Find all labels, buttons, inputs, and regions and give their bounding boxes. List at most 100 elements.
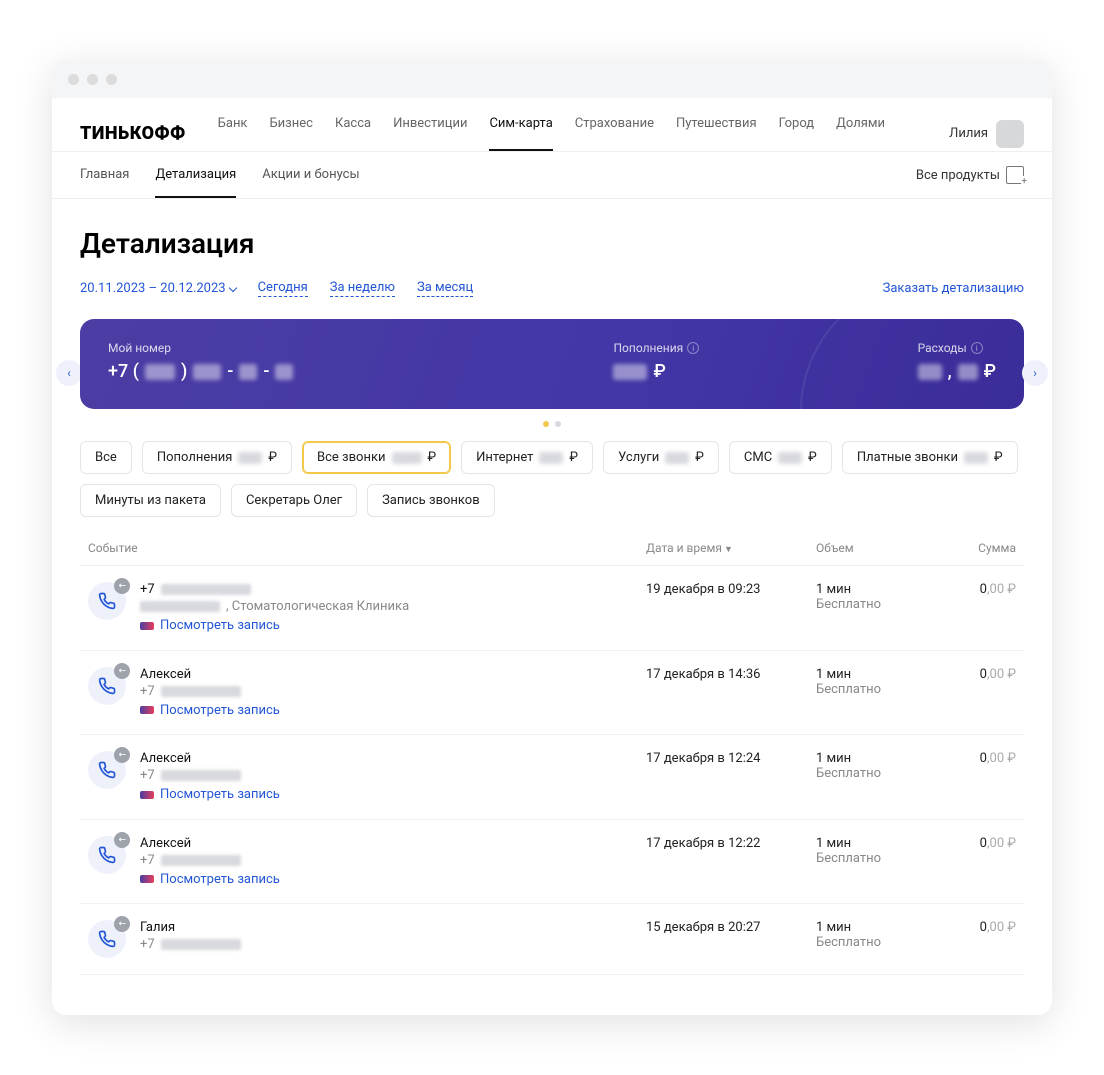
- info-icon[interactable]: i: [687, 342, 699, 354]
- user-block[interactable]: Лилия: [949, 120, 1024, 148]
- order-details-link[interactable]: Заказать детализацию: [883, 281, 1024, 296]
- window-dot: [68, 74, 79, 85]
- table-header: Событие Дата и время▼ Объем Сумма: [80, 517, 1024, 565]
- logo: ТИНЬКОФФ: [80, 123, 186, 144]
- recording-icon: [140, 875, 154, 883]
- call-subtitle: +7: [140, 684, 646, 699]
- chevron-down-icon: [228, 283, 236, 291]
- call-row[interactable]: ↙Алексей+7 Посмотреть запись17 декабря в…: [80, 820, 1024, 905]
- top-nav: Банк Бизнес Касса Инвестиции Сим-карта Страхо…: [218, 116, 885, 151]
- my-number-value: +7 () --: [108, 361, 293, 382]
- call-sum: 0,00 ₽: [936, 920, 1016, 958]
- call-row[interactable]: ↙Алексей+7 Посмотреть запись17 декабря в…: [80, 651, 1024, 736]
- sub-nav-item[interactable]: Главная: [80, 153, 129, 198]
- call-row[interactable]: ↙ Алексей +7 Посмотреть запись 17 декабря в…: [80, 735, 1024, 820]
- filter-links-row: 20.11.2023 – 20.12.2023 Сегодня За недел…: [80, 280, 1024, 297]
- carousel-dot[interactable]: [543, 421, 549, 427]
- call-title: Алексей: [140, 836, 646, 851]
- call-icon: ↙: [88, 836, 126, 874]
- filter-chip[interactable]: Секретарь Олег: [231, 484, 357, 517]
- carousel-prev[interactable]: ‹: [56, 360, 82, 386]
- filter-chips: Все Пополнения₽ Все звонки₽ Интернет₽ Услуги…: [80, 441, 1024, 517]
- filter-chip[interactable]: Пополнения₽: [142, 441, 292, 474]
- col-date[interactable]: Дата и время▼: [646, 541, 816, 555]
- window-dot: [87, 74, 98, 85]
- view-recording-link[interactable]: Посмотреть запись: [140, 618, 280, 633]
- call-title: +7: [140, 582, 646, 597]
- filter-chip[interactable]: Интернет₽: [461, 441, 593, 474]
- user-name: Лилия: [949, 126, 988, 141]
- date-range-picker[interactable]: 20.11.2023 – 20.12.2023: [80, 281, 236, 296]
- call-volume: 1 минБесплатно: [816, 751, 936, 803]
- sub-nav: Главная Детализация Акции и бонусы Все про…: [52, 152, 1052, 198]
- call-sum: 0,00 ₽: [936, 836, 1016, 888]
- summary-card: Мой номер +7 () -- Пополненияi ₽ Расходы…: [80, 319, 1024, 409]
- call-icon: ↙: [88, 751, 126, 789]
- call-row[interactable]: ↙+7, Стоматологическая КлиникаПосмотреть…: [80, 566, 1024, 651]
- call-title: Алексей: [140, 667, 646, 682]
- incoming-badge-icon: ↙: [114, 916, 130, 932]
- filter-chip[interactable]: Запись звонков: [367, 484, 495, 517]
- filter-chip[interactable]: СМС₽: [729, 441, 832, 474]
- col-event: Событие: [88, 541, 646, 555]
- all-products-link[interactable]: Все продукты: [916, 152, 1024, 198]
- call-sum: 0,00 ₽: [936, 751, 1016, 803]
- view-recording-link[interactable]: Посмотреть запись: [140, 787, 280, 802]
- quick-link-today[interactable]: Сегодня: [258, 280, 308, 297]
- window-dot: [106, 74, 117, 85]
- sub-nav-item[interactable]: Детализация: [155, 153, 236, 198]
- top-nav-item[interactable]: Инвестиции: [393, 116, 467, 151]
- call-subtitle: +7: [140, 768, 646, 783]
- top-nav-item[interactable]: Сим-карта: [489, 116, 552, 151]
- col-volume: Объем: [816, 541, 936, 555]
- call-title: Галия: [140, 920, 646, 935]
- view-recording-link[interactable]: Посмотреть запись: [140, 872, 280, 887]
- sub-nav-item[interactable]: Акции и бонусы: [262, 153, 359, 198]
- quick-link-week[interactable]: За неделю: [330, 280, 395, 297]
- filter-chip[interactable]: Все звонки₽: [302, 441, 451, 474]
- top-nav-item[interactable]: Страхование: [575, 116, 654, 151]
- top-nav-item[interactable]: Касса: [335, 116, 371, 151]
- col-sum: Сумма: [936, 541, 1016, 555]
- avatar[interactable]: [996, 120, 1024, 148]
- top-nav-item[interactable]: Путешествия: [676, 116, 757, 151]
- browser-frame: ТИНЬКОФФ Банк Бизнес Касса Инвестиции Сим-ка…: [52, 60, 1052, 1015]
- call-subtitle: +7: [140, 853, 646, 868]
- grid-plus-icon: [1006, 166, 1024, 184]
- expenses-value: ,₽: [918, 361, 996, 382]
- date-range-label: 20.11.2023 – 20.12.2023: [80, 281, 226, 296]
- call-icon: ↙: [88, 920, 126, 958]
- expenses-label: Расходыi: [918, 341, 996, 355]
- filter-chip[interactable]: Платные звонки₽: [842, 441, 1018, 474]
- my-number-label: Мой номер: [108, 341, 293, 355]
- call-sum: 0,00 ₽: [936, 667, 1016, 719]
- call-title: Алексей: [140, 751, 646, 766]
- top-nav-item[interactable]: Банк: [218, 116, 248, 151]
- filter-chip[interactable]: Минуты из пакета: [80, 484, 221, 517]
- filter-chip[interactable]: Все: [80, 441, 132, 474]
- carousel-dot[interactable]: [555, 421, 561, 427]
- quick-link-month[interactable]: За месяц: [417, 280, 473, 297]
- recording-icon: [140, 791, 154, 799]
- call-datetime: 17 декабря в 12:24: [646, 751, 816, 803]
- recording-icon: [140, 622, 154, 630]
- carousel-dots: [80, 421, 1024, 427]
- call-subtitle: +7: [140, 937, 646, 952]
- call-sum: 0,00 ₽: [936, 582, 1016, 634]
- recording-icon: [140, 706, 154, 714]
- call-icon: ↙: [88, 667, 126, 705]
- topups-value: ₽: [613, 361, 699, 382]
- carousel-next[interactable]: ›: [1022, 360, 1048, 386]
- top-nav-item[interactable]: Город: [779, 116, 815, 151]
- incoming-badge-icon: ↙: [114, 578, 130, 594]
- top-nav-item[interactable]: Бизнес: [269, 116, 313, 151]
- window-title-bar: [52, 60, 1052, 98]
- view-recording-link[interactable]: Посмотреть запись: [140, 703, 280, 718]
- top-nav-item[interactable]: Долями: [836, 116, 885, 151]
- call-datetime: 15 декабря в 20:27: [646, 920, 816, 958]
- info-icon[interactable]: i: [971, 342, 983, 354]
- all-products-label: Все продукты: [916, 168, 1000, 183]
- filter-chip[interactable]: Услуги₽: [603, 441, 719, 474]
- content: Детализация 20.11.2023 – 20.12.2023 Сего…: [52, 199, 1052, 1015]
- call-row[interactable]: ↙Галия+7 15 декабря в 20:271 минБесплатн…: [80, 904, 1024, 975]
